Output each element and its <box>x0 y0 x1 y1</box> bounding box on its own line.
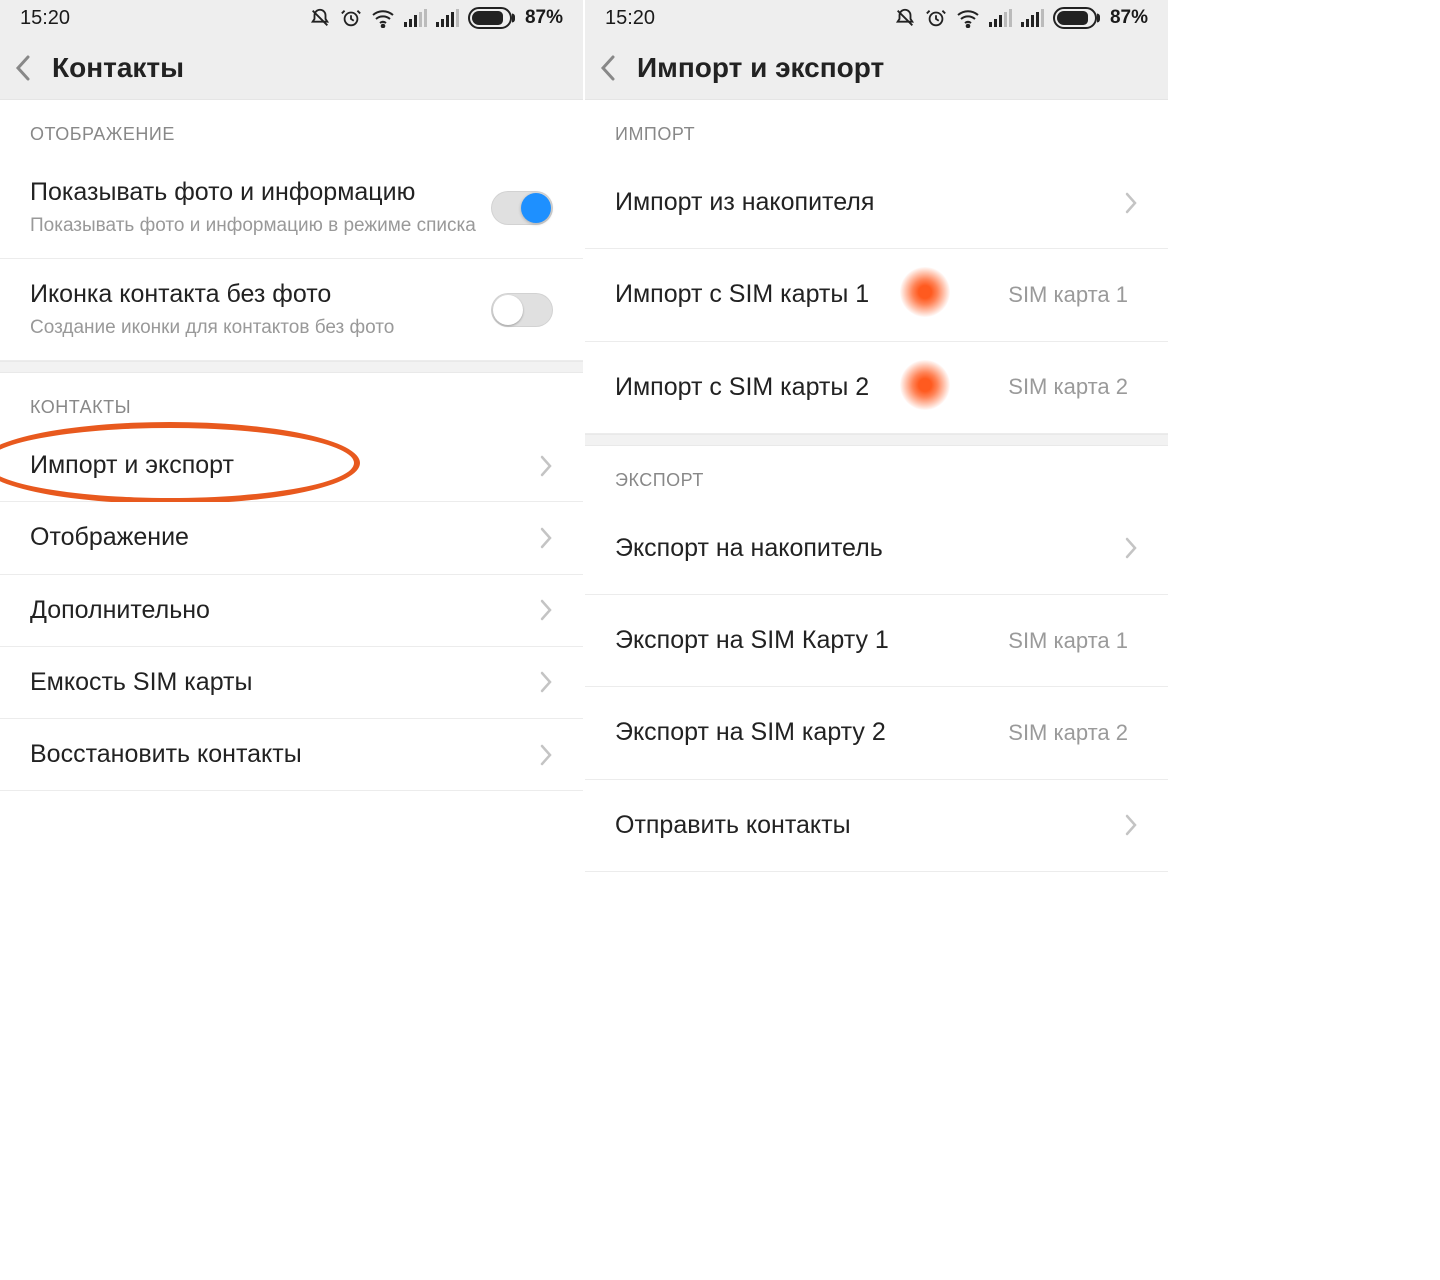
row-icon-no-photo[interactable]: Иконка контакта без фото Создание иконки… <box>0 259 583 361</box>
back-button[interactable] <box>14 52 34 84</box>
row-title: Импорт с SIM карты 2 <box>615 372 869 403</box>
empty-area <box>585 872 1168 1012</box>
status-time: 15:20 <box>20 7 70 30</box>
row-title: Дополнительно <box>30 595 539 626</box>
alarm-icon <box>925 7 947 29</box>
battery-icon <box>1053 7 1097 29</box>
row-show-photo[interactable]: Показывать фото и информацию Показывать … <box>0 157 583 259</box>
status-icons: 87% <box>309 7 563 29</box>
toggle-show-photo[interactable] <box>491 191 553 225</box>
section-header-import: ИМПОРТ <box>585 100 1168 157</box>
row-export-sim1[interactable]: Экспорт на SIM Карту 1 SIM карта 1 <box>585 595 1168 687</box>
battery-text: 87% <box>1110 7 1148 29</box>
row-title: Иконка контакта без фото <box>30 279 491 310</box>
row-title: Экспорт на SIM карту 2 <box>615 717 1008 748</box>
row-title: Отправить контакты <box>615 810 1124 841</box>
row-title: Экспорт на SIM Карту 1 <box>615 625 1008 656</box>
row-subtitle: Показывать фото и информацию в режиме сп… <box>30 214 491 238</box>
highlight-dot-icon <box>900 360 950 410</box>
row-title: Импорт из накопителя <box>615 187 1124 218</box>
phone-left: 15:20 87% Контакты ОТОБРАЖЕНИЕ <box>0 0 585 1280</box>
chevron-right-icon <box>539 670 553 694</box>
row-export-sim2[interactable]: Экспорт на SIM карту 2 SIM карта 2 <box>585 687 1168 779</box>
section-header-contacts: КОНТАКТЫ <box>0 373 583 430</box>
row-restore-contacts[interactable]: Восстановить контакты <box>0 719 583 791</box>
row-import-storage[interactable]: Импорт из накопителя <box>585 157 1168 249</box>
row-advanced[interactable]: Дополнительно <box>0 575 583 647</box>
row-title: Емкость SIM карты <box>30 667 539 698</box>
section-divider <box>0 361 583 373</box>
row-value: SIM карта 2 <box>1008 374 1128 400</box>
status-bar: 15:20 87% <box>0 0 583 36</box>
status-bar: 15:20 87% <box>585 0 1168 36</box>
chevron-right-icon <box>1124 536 1138 560</box>
row-sim-capacity[interactable]: Емкость SIM карты <box>0 647 583 719</box>
screen-header: Импорт и экспорт <box>585 36 1168 100</box>
row-value: SIM карта 2 <box>1008 720 1128 746</box>
row-title: Отображение <box>30 522 539 553</box>
screen-header: Контакты <box>0 36 583 100</box>
row-title: Восстановить контакты <box>30 739 539 770</box>
chevron-right-icon <box>539 526 553 550</box>
wifi-icon <box>956 8 980 28</box>
section-divider <box>585 434 1168 446</box>
wifi-icon <box>371 8 395 28</box>
page-title: Контакты <box>52 52 184 84</box>
signal-1-icon <box>989 9 1012 27</box>
signal-1-icon <box>404 9 427 27</box>
row-import-export[interactable]: Импорт и экспорт <box>0 430 583 502</box>
row-title: Импорт и экспорт <box>30 450 539 481</box>
back-button[interactable] <box>599 52 619 84</box>
row-export-storage[interactable]: Экспорт на накопитель <box>585 503 1168 595</box>
row-title: Импорт с SIM карты 1 <box>615 279 869 310</box>
row-import-sim2[interactable]: Импорт с SIM карты 2 SIM карта 2 <box>585 342 1168 434</box>
section-header-display: ОТОБРАЖЕНИЕ <box>0 100 583 157</box>
row-title: Экспорт на накопитель <box>615 533 1124 564</box>
toggle-icon-no-photo[interactable] <box>491 293 553 327</box>
row-title: Показывать фото и информацию <box>30 177 491 208</box>
row-value: SIM карта 1 <box>1008 282 1128 308</box>
chevron-right-icon <box>1124 813 1138 837</box>
status-icons: 87% <box>894 7 1148 29</box>
row-subtitle: Создание иконки для контактов без фото <box>30 316 491 340</box>
page-title: Импорт и экспорт <box>637 52 884 84</box>
do-not-disturb-icon <box>894 7 916 29</box>
highlight-dot-icon <box>900 267 950 317</box>
row-send-contacts[interactable]: Отправить контакты <box>585 780 1168 872</box>
empty-area <box>0 791 583 931</box>
chevron-right-icon <box>1124 191 1138 215</box>
chevron-right-icon <box>539 598 553 622</box>
row-value: SIM карта 1 <box>1008 628 1128 654</box>
signal-2-icon <box>1021 9 1044 27</box>
signal-2-icon <box>436 9 459 27</box>
battery-icon <box>468 7 512 29</box>
chevron-right-icon <box>539 454 553 478</box>
row-import-sim1[interactable]: Импорт с SIM карты 1 SIM карта 1 <box>585 249 1168 341</box>
chevron-right-icon <box>539 743 553 767</box>
phone-right: 15:20 87% Импорт и экспорт ИМПОРТ Им <box>585 0 1170 1280</box>
row-display[interactable]: Отображение <box>0 502 583 574</box>
battery-text: 87% <box>525 7 563 29</box>
alarm-icon <box>340 7 362 29</box>
status-time: 15:20 <box>605 7 655 30</box>
do-not-disturb-icon <box>309 7 331 29</box>
section-header-export: ЭКСПОРТ <box>585 446 1168 503</box>
